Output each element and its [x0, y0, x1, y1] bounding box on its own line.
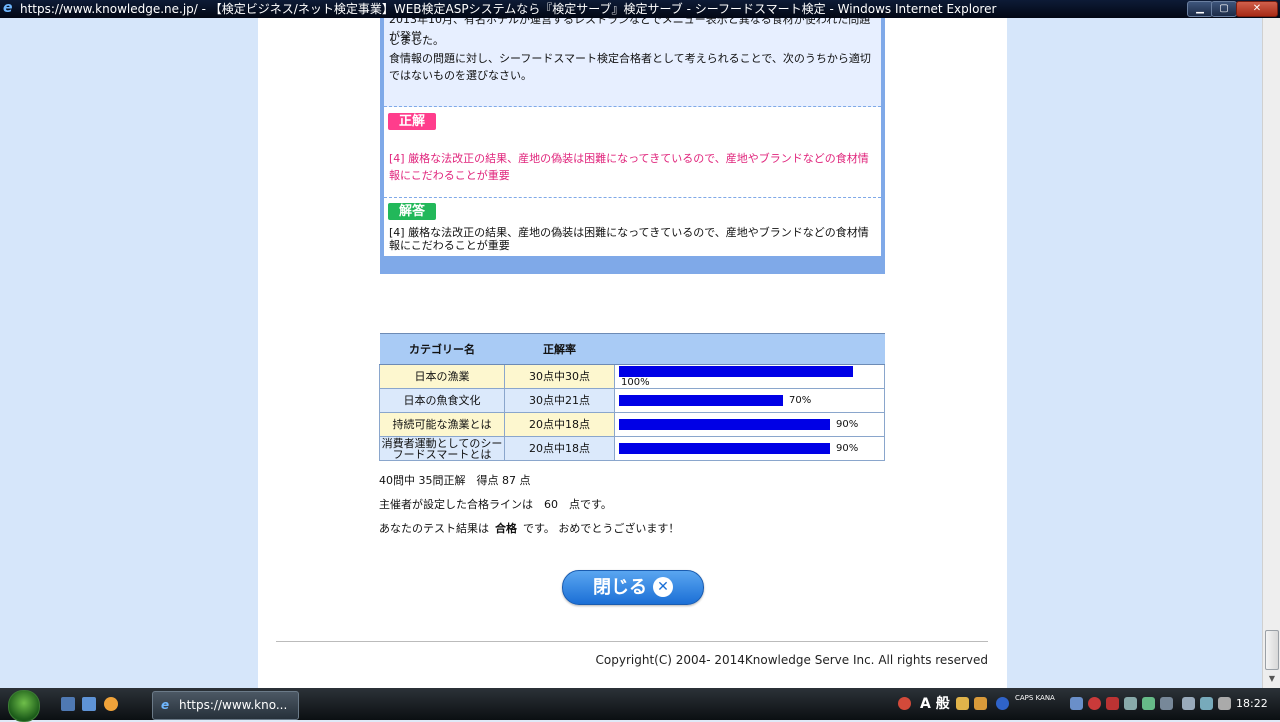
rate-bar: [619, 419, 830, 431]
close-button-label: 閉じる: [593, 577, 647, 598]
summary-result-suffix: です。 おめでとうございます！: [523, 522, 680, 535]
internet-explorer-icon: e: [161, 698, 170, 712]
close-window-button[interactable]: ✕: [1236, 1, 1278, 17]
page-content: 2013年10月、有名ホテルが運営するレストランなどでメニュー表示と異なる食材が…: [258, 18, 1007, 688]
security-icon[interactable]: [1088, 697, 1101, 710]
rate-bar: [619, 365, 853, 377]
question-text-box: 2013年10月、有名ホテルが運営するレストランなどでメニュー表示と異なる食材が…: [384, 18, 881, 107]
copyright-text: Copyright(C) 2004- 2014Knowledge Serve I…: [595, 653, 988, 667]
category-score: 30点中21点: [504, 388, 615, 413]
rate-bar-cell: 90%: [614, 412, 885, 437]
header-category: カテゴリー名: [379, 333, 505, 365]
footer-divider: [276, 641, 988, 642]
category-score: 20点中18点: [504, 436, 615, 461]
summary-result-value: 合格: [495, 522, 517, 535]
taskbar-window-label: https://www.kno...: [179, 698, 288, 712]
caps-kana-indicator: CAPS KANA: [1015, 694, 1055, 702]
help-icon[interactable]: [996, 697, 1009, 710]
question-text-partial: 2013年10月、有名ホテルが運営するレストランなどでメニュー表示と異なる食材が…: [389, 18, 871, 43]
ime-indicator[interactable]: A 般: [920, 693, 950, 713]
category-name: 日本の漁業: [379, 364, 505, 389]
question-text-line: しました。: [389, 34, 444, 47]
ime-dictionary-icon[interactable]: [974, 697, 987, 710]
table-row: 持続可能な漁業とは 20点中18点 90%: [379, 412, 885, 437]
summary-result-prefix: あなたのテスト結果は: [379, 522, 489, 535]
rate-bar-cell: 70%: [614, 388, 885, 413]
close-button[interactable]: 閉じる ✕: [562, 570, 704, 605]
tray-tool-icon[interactable]: [1106, 697, 1119, 710]
rate-bar: [619, 395, 783, 407]
table-row: 消費者運動としてのシーフードスマートとは 20点中18点 90%: [379, 436, 885, 461]
table-row: 日本の漁業 30点中30点 100%: [379, 364, 885, 389]
scroll-down-arrow-icon[interactable]: ▼: [1266, 674, 1278, 684]
correct-badge: 正解: [388, 113, 436, 130]
browser-viewport: 2013年10月、有名ホテルが運営するレストランなどでメニュー表示と異なる食材が…: [0, 18, 1262, 688]
taskbar-clock[interactable]: 18:22: [1236, 697, 1268, 710]
close-x-icon: ✕: [653, 576, 673, 597]
rate-percent: 70%: [789, 395, 812, 407]
window-title-bar: e https://www.knowledge.ne.jp/ - 【検定ビジネス…: [0, 0, 1280, 18]
volume-icon[interactable]: [1218, 697, 1231, 710]
window-title: https://www.knowledge.ne.jp/ - 【検定ビジネス/ネ…: [20, 2, 997, 16]
taskbar: e https://www.kno... A 般 CAPS KANA 18:22: [0, 688, 1280, 722]
rate-percent: 90%: [836, 419, 859, 431]
start-button[interactable]: [8, 690, 40, 722]
category-name: 日本の魚食文化: [379, 388, 505, 413]
results-header-row: カテゴリー名 正解率: [379, 333, 885, 365]
scrollbar-thumb[interactable]: [1265, 630, 1279, 670]
correct-answer-box: 正解 [4] 厳格な法改正の結果、産地の偽装は困難になってきているので、産地やブ…: [384, 107, 881, 198]
summary-result: あなたのテスト結果は 合格 です。 おめでとうございます！: [379, 520, 679, 536]
battery-icon[interactable]: [1182, 697, 1195, 710]
network-icon[interactable]: [1070, 697, 1083, 710]
explanation-box: 解答 [4] 厳格な法改正の結果、産地の偽装は困難になってきているので、産地やブ…: [384, 198, 881, 256]
rate-percent: 100%: [621, 377, 650, 388]
explanation-text: [4] 厳格な法改正の結果、産地の偽装は困難になってきているので、産地やブランド…: [389, 226, 869, 252]
summary-pass-line: 主催者が設定した合格ラインは 60 点です。: [379, 498, 612, 511]
rate-bar-cell: 90%: [614, 436, 885, 461]
internet-explorer-icon: e: [3, 0, 13, 16]
question-panel: 2013年10月、有名ホテルが運営するレストランなどでメニュー表示と異なる食材が…: [380, 18, 885, 274]
category-name: 消費者運動としてのシーフードスマートとは: [379, 436, 505, 461]
wireless-icon[interactable]: [1200, 697, 1213, 710]
ime-tool-icon[interactable]: [956, 697, 969, 710]
taskbar-ie-window-button[interactable]: e https://www.kno...: [152, 691, 299, 720]
category-score: 30点中30点: [504, 364, 615, 389]
system-tray: A 般 CAPS KANA 18:22: [892, 691, 1280, 718]
rate-bar-cell: 100%: [614, 364, 885, 389]
correct-answer-text: [4] 厳格な法改正の結果、産地の偽装は困難になってきているので、産地やブランド…: [389, 152, 869, 182]
header-rate: 正解率: [504, 333, 615, 365]
results-table: カテゴリー名 正解率 日本の漁業 30点中30点 100% 日本の魚食文化 30…: [379, 333, 885, 461]
category-score: 20点中18点: [504, 412, 615, 437]
tray-display-icon[interactable]: [1160, 697, 1173, 710]
rate-bar: [619, 443, 830, 455]
tray-update-icon[interactable]: [1142, 697, 1155, 710]
minimize-button[interactable]: ▁: [1187, 1, 1213, 17]
table-row: 日本の魚食文化 30点中21点 70%: [379, 388, 885, 413]
tray-app-icon[interactable]: [898, 697, 911, 710]
tray-device-icon[interactable]: [1124, 697, 1137, 710]
header-bar: [614, 333, 885, 365]
summary-correct-count: 40問中 35問正解 得点 87 点: [379, 474, 531, 487]
rate-percent: 90%: [836, 443, 859, 455]
switch-windows-icon[interactable]: [82, 697, 96, 711]
question-text-prompt: 食情報の問題に対し、シーフードスマート検定合格者として考えられることで、次のうち…: [389, 52, 871, 82]
maximize-button[interactable]: ▢: [1211, 1, 1237, 17]
show-desktop-icon[interactable]: [61, 697, 75, 711]
vertical-scrollbar[interactable]: ▼: [1262, 18, 1280, 688]
quick-launch-app-icon[interactable]: [104, 697, 118, 711]
category-name: 持続可能な漁業とは: [379, 412, 505, 437]
explanation-badge: 解答: [388, 203, 436, 220]
